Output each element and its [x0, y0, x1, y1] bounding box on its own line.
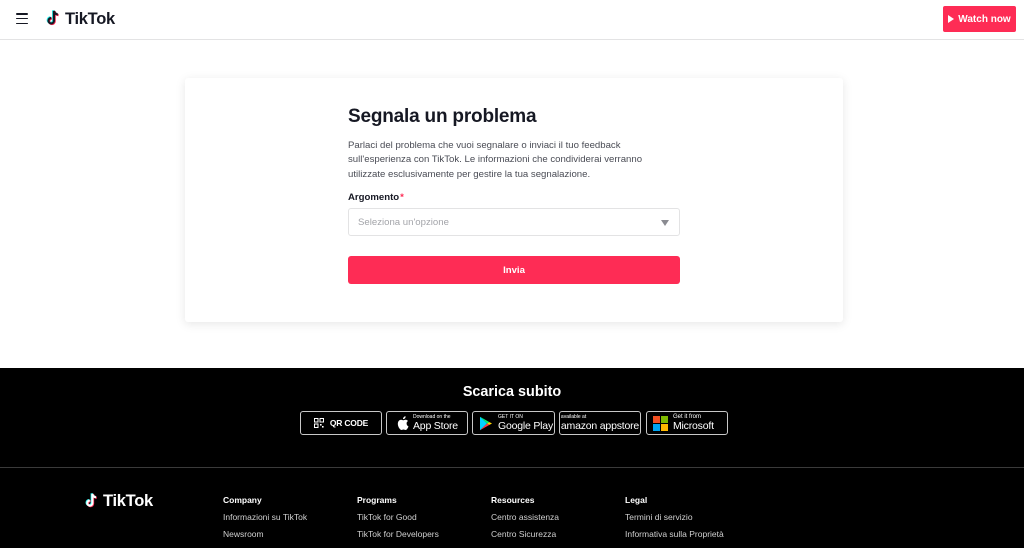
brand-name: TikTok	[65, 9, 115, 28]
watch-now-label: Watch now	[958, 13, 1011, 25]
required-mark: *	[400, 192, 404, 203]
menu-icon[interactable]	[16, 13, 28, 25]
footer-link[interactable]: Informazioni su TikTok	[223, 512, 307, 529]
footer-brand-name: TikTok	[103, 492, 153, 510]
qr-code-button[interactable]: QR CODE	[300, 411, 382, 435]
caret-down-icon	[661, 220, 669, 226]
footer-heading: Company	[223, 495, 262, 505]
google-play-small: GET IT ON	[498, 413, 523, 420]
amazon-small: available at	[560, 413, 587, 420]
footer-link[interactable]: TikTok for Good	[357, 512, 439, 529]
download-title: Scarica subito	[462, 384, 562, 400]
footer-link[interactable]: Termini di servizio	[625, 512, 724, 529]
play-icon	[948, 15, 955, 23]
apple-icon	[397, 416, 409, 430]
footer-link[interactable]: TikTok for Developers	[357, 529, 439, 546]
app-store-button[interactable]: Download on the App Store	[386, 411, 468, 435]
microsoft-label: Microsoft	[673, 420, 714, 433]
topic-select[interactable]: Seleziona un'opzione	[348, 208, 680, 236]
topic-label: Argomento*	[348, 192, 404, 203]
qr-code-label: QR CODE	[329, 418, 369, 428]
app-store-small: Download on the	[413, 413, 451, 420]
topic-label-text: Argomento	[348, 192, 400, 203]
google-play-icon	[480, 416, 492, 430]
tiktok-note-icon	[85, 493, 97, 508]
google-play-label: Google Play	[498, 419, 554, 432]
footer-column-company: Company Informazioni su TikTok Newsroom	[223, 495, 307, 546]
footer-heading: Resources	[491, 495, 535, 505]
topic-placeholder: Seleziona un'opzione	[358, 217, 449, 228]
footer-column-legal: Legal Termini di servizio Informativa su…	[625, 495, 724, 546]
watch-now-button[interactable]: Watch now	[943, 6, 1016, 32]
footer-heading: Legal	[625, 495, 648, 505]
qr-code-icon	[313, 418, 324, 428]
microsoft-icon	[653, 415, 668, 431]
top-header: TikTok Watch now	[0, 0, 1024, 40]
footer-link[interactable]: Centro Sicurezza	[491, 529, 559, 546]
footer-link[interactable]: Newsroom	[223, 529, 307, 546]
microsoft-store-button[interactable]: Get it from Microsoft	[646, 411, 728, 435]
footer: Scarica subito QR CODE Download on the A…	[0, 368, 1024, 548]
footer-tiktok-logo[interactable]: TikTok	[84, 492, 153, 511]
tiktok-note-icon	[46, 10, 59, 26]
google-play-button[interactable]: GET IT ON Google Play	[472, 411, 555, 435]
footer-link[interactable]: Informativa sulla Proprietà	[625, 529, 724, 546]
amazon-label: amazon appstore	[560, 419, 640, 432]
footer-divider	[0, 467, 1024, 468]
footer-heading: Programs	[357, 495, 397, 505]
submit-button[interactable]: Invia	[348, 256, 680, 284]
app-store-label: App Store	[413, 419, 458, 432]
footer-column-programs: Programs TikTok for Good TikTok for Deve…	[357, 495, 439, 546]
footer-column-resources: Resources Centro assistenza Centro Sicur…	[491, 495, 559, 546]
amazon-appstore-button[interactable]: available at amazon appstore	[559, 411, 641, 435]
page-title: Segnala un problema	[348, 106, 537, 127]
tiktok-logo[interactable]: TikTok	[45, 8, 115, 30]
form-description: Parlaci del problema che vuoi segnalare …	[348, 140, 643, 180]
footer-link[interactable]: Centro assistenza	[491, 512, 559, 529]
